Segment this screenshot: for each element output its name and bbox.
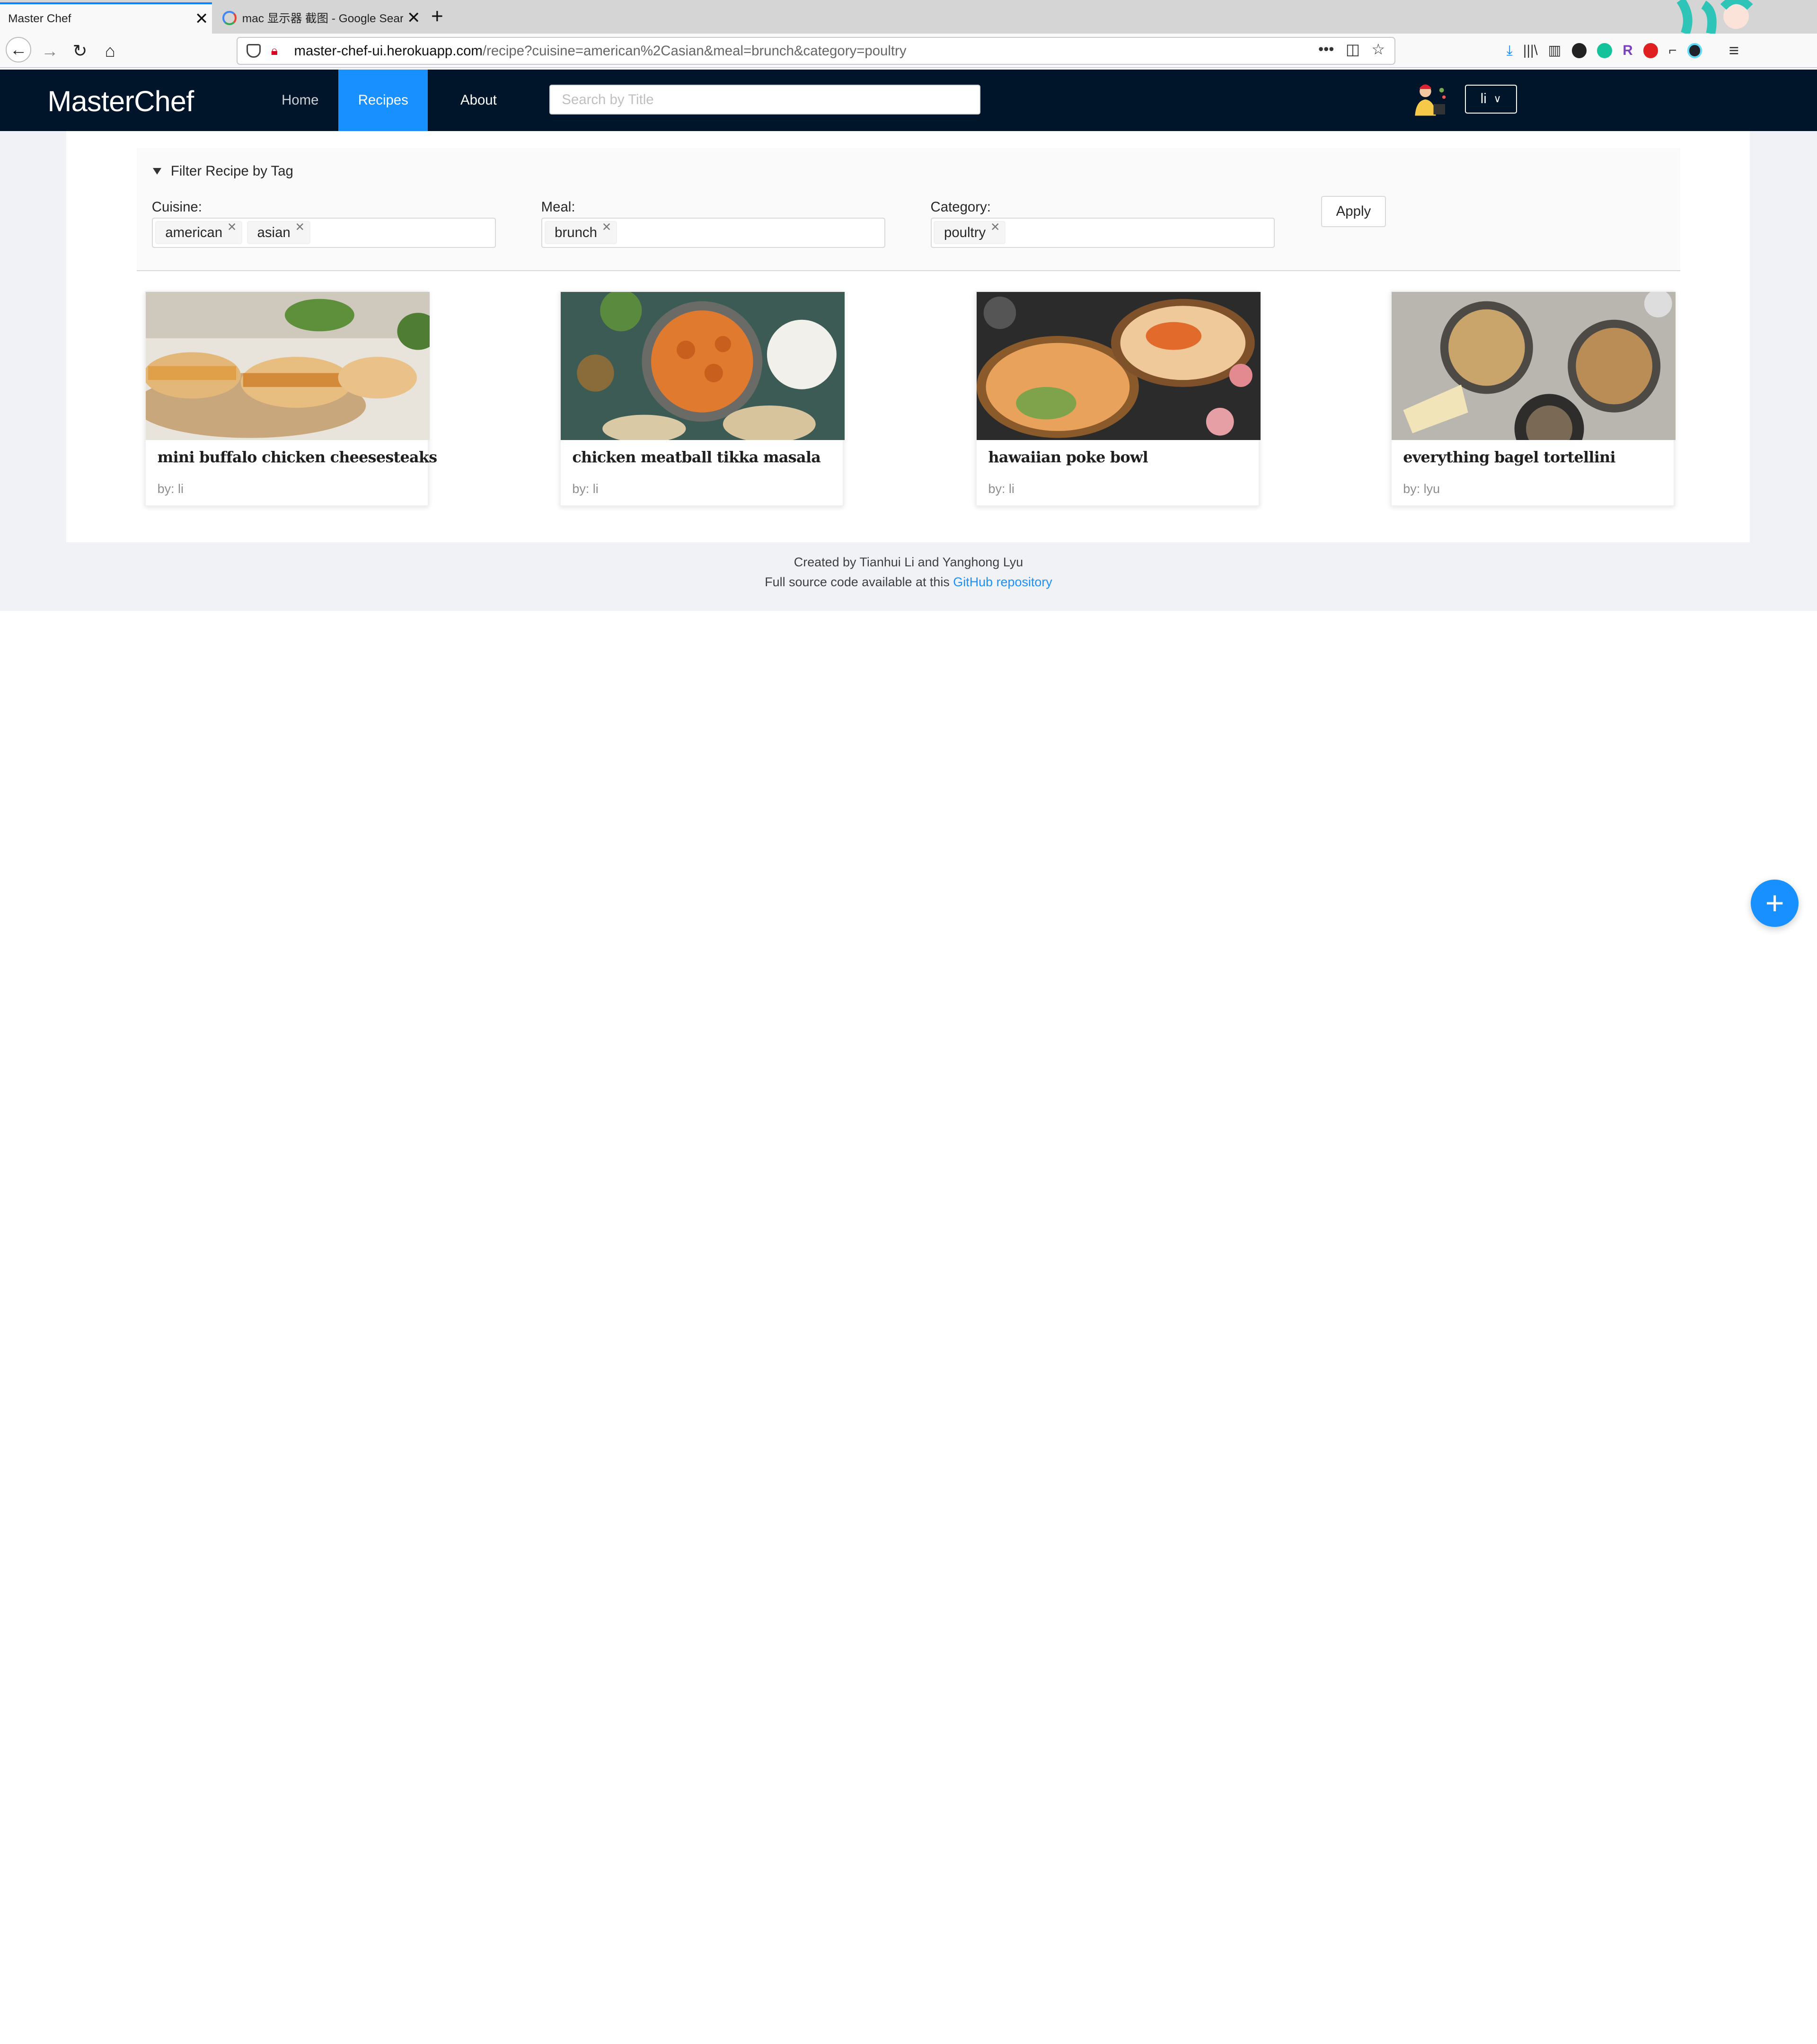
cuisine-filter: Cuisine: american ✕ asian ✕ [151,199,496,248]
tag-label: brunch [555,224,597,240]
adblock-icon[interactable] [1643,43,1658,58]
url-text[interactable]: master-chef-ui.herokuapp.com/recipe?cuis… [294,43,907,59]
reload-icon[interactable]: ↻ [68,39,91,62]
recipe-author: by: lyu [1403,482,1440,496]
remove-tag-icon[interactable]: ✕ [227,220,237,234]
cuisine-select[interactable]: american ✕ asian ✕ [151,218,496,248]
meal-filter: Meal: brunch ✕ [541,199,885,248]
user-avatar[interactable] [1411,81,1448,118]
meal-label: Meal: [541,199,575,215]
nav-recipes[interactable]: Recipes [338,69,428,131]
user-menu-dropdown[interactable]: li ∨ [1464,84,1517,114]
caret-down-icon [153,168,162,175]
tab-title: Master Chef [8,12,71,25]
recipe-image[interactable] [977,291,1261,441]
category-label: Category: [930,199,991,215]
tab-master-chef[interactable]: Master Chef ✕ [0,2,212,34]
recipe-card[interactable]: hawaiian poke bowl by: li [976,291,1261,507]
nav-home[interactable]: Home [262,70,338,131]
r-extension-icon[interactable]: R [1623,43,1632,59]
recipe-image[interactable] [146,291,430,441]
user-name: li [1480,91,1487,107]
insecure-lock-icon[interactable]: 🔒︎ [271,44,285,58]
tab-title: mac 显示器 截图 - Google Search [242,12,404,26]
footer-source-line: Full source code available at this GitHu… [0,573,1817,592]
url-bar[interactable]: 🔒︎ master-chef-ui.herokuapp.com/recipe?c… [236,37,1395,65]
account-icon[interactable] [1571,43,1587,58]
pocket-icon[interactable]: ◫ [1346,40,1360,58]
tracking-shield-icon[interactable] [247,44,261,58]
brand-logo[interactable]: MasterChef [47,85,194,118]
close-tab-icon[interactable]: ✕ [403,9,424,27]
tag-label: asian [257,224,291,240]
category-tag: poultry ✕ [934,220,1006,245]
plus-icon: + [1765,885,1784,922]
react-devtools-icon[interactable] [1687,43,1702,58]
new-tab-icon[interactable]: + [431,5,443,28]
app-header: MasterChef Home Recipes About Search by … [0,69,1817,131]
recipe-image[interactable] [1391,291,1676,441]
remove-tag-icon[interactable]: ✕ [990,220,1000,234]
library-icon[interactable]: |||\ [1523,43,1538,59]
bookmark-star-icon[interactable]: ☆ [1371,40,1385,58]
remove-tag-icon[interactable]: ✕ [602,220,612,234]
main-nav: Home Recipes About [262,69,529,131]
recipe-author: by: li [572,482,599,496]
recipe-image[interactable] [560,291,845,441]
browser-tab-bar: Master Chef ✕ mac 显示器 截图 - Google Search… [0,0,1817,34]
recipe-title[interactable]: everything bagel tortellini [1403,448,1615,466]
search-input[interactable]: Search by Title [549,84,980,115]
add-recipe-button[interactable]: + [1751,879,1799,927]
page-actions-icon[interactable]: ••• [1318,40,1334,58]
filter-toggle[interactable]: Filter Recipe by Tag [153,163,293,179]
meal-tag: brunch ✕ [544,220,617,245]
github-link[interactable]: GitHub repository [953,575,1052,589]
close-tab-icon[interactable]: ✕ [191,9,212,28]
download-icon[interactable]: ⤓ [1507,43,1513,59]
browser-toolbar: ← → ↻ ⌂ 🔒︎ master-chef-ui.herokuapp.com/… [0,34,1817,69]
url-host: master-chef-ui.herokuapp.com [294,43,483,59]
recipe-title[interactable]: mini buffalo chicken cheesesteaks [158,448,438,466]
theme-character-decoration [1676,0,1753,34]
recipe-title[interactable]: hawaiian poke bowl [988,448,1148,466]
forward-arrow-icon[interactable]: → [38,39,62,62]
url-path: /recipe?cuisine=american%2Casian&meal=br… [482,43,907,59]
chevron-down-icon: ∨ [1493,93,1501,105]
tag-label: poultry [944,224,986,240]
cuisine-label: Cuisine: [151,199,202,215]
apply-button[interactable]: Apply [1321,195,1386,227]
tag-label: american [165,224,223,240]
extension-toolbar: ⤓ |||\ ▥ R ⌐ ≡ [1507,41,1739,61]
nav-about[interactable]: About [428,70,529,131]
google-favicon-icon [222,11,237,25]
tool-extension-icon[interactable]: ⌐ [1668,43,1676,59]
category-select[interactable]: poultry ✕ [930,218,1275,248]
recipe-card[interactable]: everything bagel tortellini by: lyu [1390,291,1676,507]
recipe-card[interactable]: mini buffalo chicken cheesesteaks by: li [145,291,437,507]
recipe-author: by: li [157,482,184,496]
home-icon[interactable]: ⌂ [98,39,122,62]
grammarly-icon[interactable] [1597,43,1613,58]
back-arrow-icon[interactable]: ← [6,37,32,63]
recipe-title[interactable]: chicken meatball tikka masala [572,448,821,466]
menu-icon[interactable]: ≡ [1729,41,1739,61]
recipe-card[interactable]: chicken meatball tikka masala by: li [559,291,845,507]
footer: Created by Tianhui Li and Yanghong Lyu F… [0,553,1817,592]
remove-tag-icon[interactable]: ✕ [295,220,305,234]
cuisine-tag: american ✕ [155,220,243,245]
filter-panel: Filter Recipe by Tag Cuisine: american ✕ … [136,148,1681,272]
cuisine-tag: asian ✕ [247,220,310,245]
meal-select[interactable]: brunch ✕ [541,218,885,248]
footer-credits: Created by Tianhui Li and Yanghong Lyu [794,555,1023,570]
sidebar-icon[interactable]: ▥ [1548,42,1561,59]
footer-source-text: Full source code available at this [765,574,950,589]
category-filter: Category: poultry ✕ [930,199,1275,248]
tab-google-search[interactable]: mac 显示器 截图 - Google Search ✕ [213,2,424,34]
recipe-author: by: li [988,482,1014,496]
filter-header-label: Filter Recipe by Tag [170,163,293,179]
